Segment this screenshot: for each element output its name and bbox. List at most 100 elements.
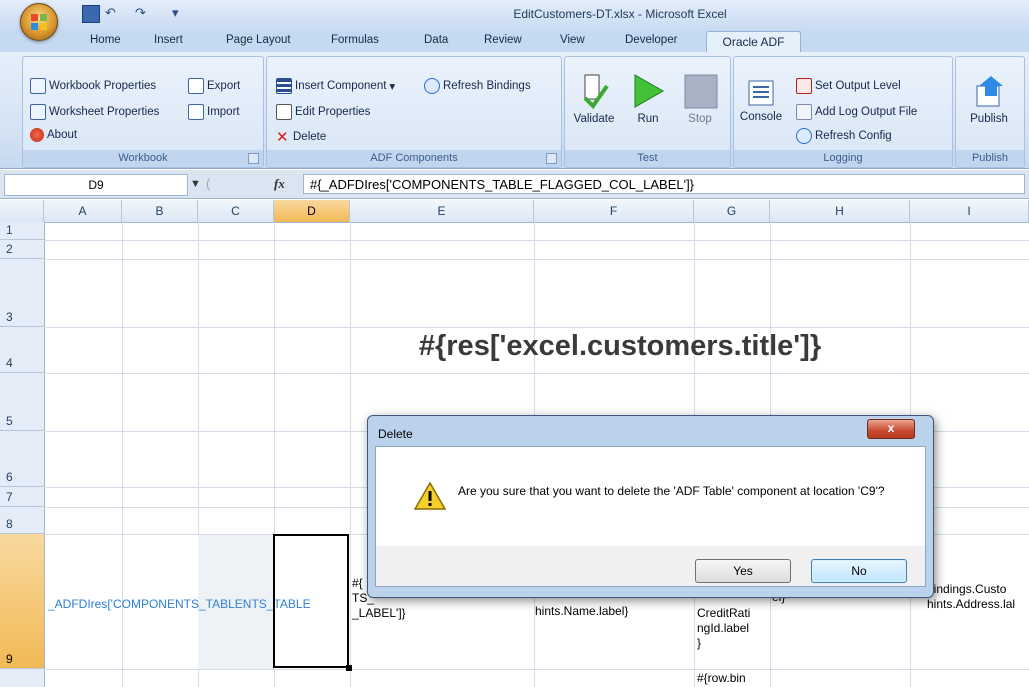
window-title: EditCustomers-DT.xlsx - Microsoft Excel (513, 7, 727, 21)
run-button[interactable]: Run (626, 72, 670, 125)
warning-icon (413, 481, 447, 510)
column-header[interactable]: F (534, 200, 694, 222)
row-header[interactable]: 4 (0, 327, 44, 373)
insert-function-icon[interactable]: fx (274, 176, 285, 192)
publish-icon (976, 76, 1003, 107)
test-group-label: Test (565, 150, 730, 167)
gridline (44, 259, 1029, 260)
gridline (122, 222, 123, 687)
delete-button[interactable]: ✕ Delete (276, 128, 326, 146)
column-header[interactable]: I (910, 200, 1029, 222)
selected-cell-d9[interactable] (273, 534, 349, 668)
export-button[interactable]: Export (188, 78, 240, 94)
edit-properties-icon (276, 104, 292, 120)
cell-row9-g[interactable]: CreditRati ngId.label } (697, 606, 750, 651)
row-header-selected[interactable]: 9 (0, 534, 44, 669)
refresh-icon (424, 78, 440, 94)
insert-component-label: Insert Component (295, 80, 387, 92)
dialog-launcher-icon[interactable] (248, 153, 259, 164)
tab-oracle-adf[interactable]: Oracle ADF (706, 31, 801, 54)
tab-formulas[interactable]: Formulas (331, 34, 379, 46)
fill-handle[interactable] (346, 665, 352, 671)
publish-button[interactable]: Publish (958, 74, 1020, 125)
tab-insert[interactable]: Insert (154, 34, 183, 46)
refresh-config-button[interactable]: Refresh Config (796, 128, 892, 144)
worksheet-properties-button[interactable]: Worksheet Properties (30, 104, 159, 120)
set-output-level-button[interactable]: Set Output Level (796, 78, 901, 94)
column-header[interactable]: H (770, 200, 910, 222)
office-button[interactable] (20, 3, 58, 41)
tab-review[interactable]: Review (484, 34, 522, 46)
row-header[interactable]: 6 (0, 431, 44, 487)
publish-group-label: Publish (956, 150, 1024, 167)
row-header[interactable]: 8 (0, 507, 44, 534)
tab-data[interactable]: Data (424, 34, 448, 46)
cell-row10-g[interactable]: #{row.bin (697, 671, 746, 686)
about-button[interactable]: About (30, 128, 77, 142)
name-box-dropdown-icon[interactable]: ▼ (190, 178, 201, 190)
dialog-launcher-icon[interactable] (546, 153, 557, 164)
select-all-corner[interactable] (0, 200, 44, 222)
console-icon (748, 80, 774, 106)
formula-input[interactable]: #{_ADFDIres['COMPONENTS_TABLE_FLAGGED_CO… (303, 174, 1025, 194)
insert-component-dropdown-icon: ▾ (389, 81, 396, 93)
output-level-icon (796, 78, 812, 94)
tab-page-layout[interactable]: Page Layout (226, 34, 291, 46)
dialog-close-button[interactable]: x (867, 419, 915, 439)
yes-button[interactable]: Yes (695, 559, 791, 583)
no-button[interactable]: No (811, 559, 907, 583)
validate-button[interactable]: Validate (572, 72, 616, 125)
workbook-properties-button[interactable]: Workbook Properties (30, 78, 156, 94)
sheet-title-cell[interactable]: #{res['excel.customers.title']} (280, 330, 960, 363)
undo-icon[interactable]: ↶ (105, 5, 116, 23)
column-header-selected[interactable]: D (274, 200, 350, 222)
delete-label: Delete (293, 131, 327, 143)
import-button[interactable]: Import (188, 104, 240, 120)
about-icon (30, 128, 44, 142)
gridline (44, 373, 1029, 374)
save-icon[interactable] (82, 5, 100, 23)
logging-group-label: Logging (734, 150, 952, 167)
column-header[interactable]: C (198, 200, 274, 222)
office-logo-icon (31, 14, 47, 30)
cell-row9-f[interactable]: hints.Name.label} (535, 604, 628, 619)
row-header[interactable]: 7 (0, 487, 44, 507)
export-label: Export (207, 80, 241, 92)
insert-component-button[interactable]: Insert Component ▾ (276, 78, 395, 94)
validate-icon (583, 74, 609, 110)
stop-button[interactable]: Stop (678, 72, 722, 125)
gridline (44, 240, 1029, 241)
about-label: About (47, 129, 78, 141)
console-button[interactable]: Console (737, 78, 785, 123)
refresh-bindings-label: Refresh Bindings (443, 80, 531, 92)
set-output-level-label: Set Output Level (815, 80, 901, 92)
tab-view[interactable]: View (560, 34, 585, 46)
edit-properties-button[interactable]: Edit Properties (276, 104, 370, 120)
adf-components-group-label: ADF Components (267, 150, 561, 167)
cell-row9-i[interactable]: bindings.Custo hints.Address.lal (927, 582, 1015, 612)
row-header[interactable]: 3 (0, 259, 44, 327)
row-header[interactable]: 1 (0, 222, 44, 240)
formula-bar-expand-icon[interactable]: ( (206, 176, 210, 191)
stop-icon (684, 74, 718, 109)
row-header[interactable]: 2 (0, 240, 44, 259)
import-icon (188, 104, 204, 120)
column-headers: A B C D E F G H I (0, 200, 1029, 223)
redo-icon[interactable]: ↷ (135, 5, 146, 23)
row-header[interactable]: 5 (0, 373, 44, 431)
tab-developer[interactable]: Developer (625, 34, 677, 46)
column-header[interactable]: A (44, 200, 122, 222)
column-header[interactable]: B (122, 200, 198, 222)
column-header[interactable]: E (350, 200, 534, 222)
row-headers: 1 2 3 4 5 6 7 8 9 (0, 222, 45, 687)
refresh-bindings-button[interactable]: Refresh Bindings (424, 78, 531, 94)
column-header[interactable]: G (694, 200, 770, 222)
name-box[interactable]: D9 (4, 174, 188, 196)
gridline (44, 327, 1029, 328)
table-icon (276, 78, 292, 94)
properties-icon (30, 78, 46, 94)
worksheet-properties-label: Worksheet Properties (49, 106, 160, 118)
tab-home[interactable]: Home (90, 34, 121, 46)
qat-dropdown-icon[interactable]: ▾ (172, 5, 179, 23)
add-log-output-file-button[interactable]: Add Log Output File (796, 104, 917, 120)
